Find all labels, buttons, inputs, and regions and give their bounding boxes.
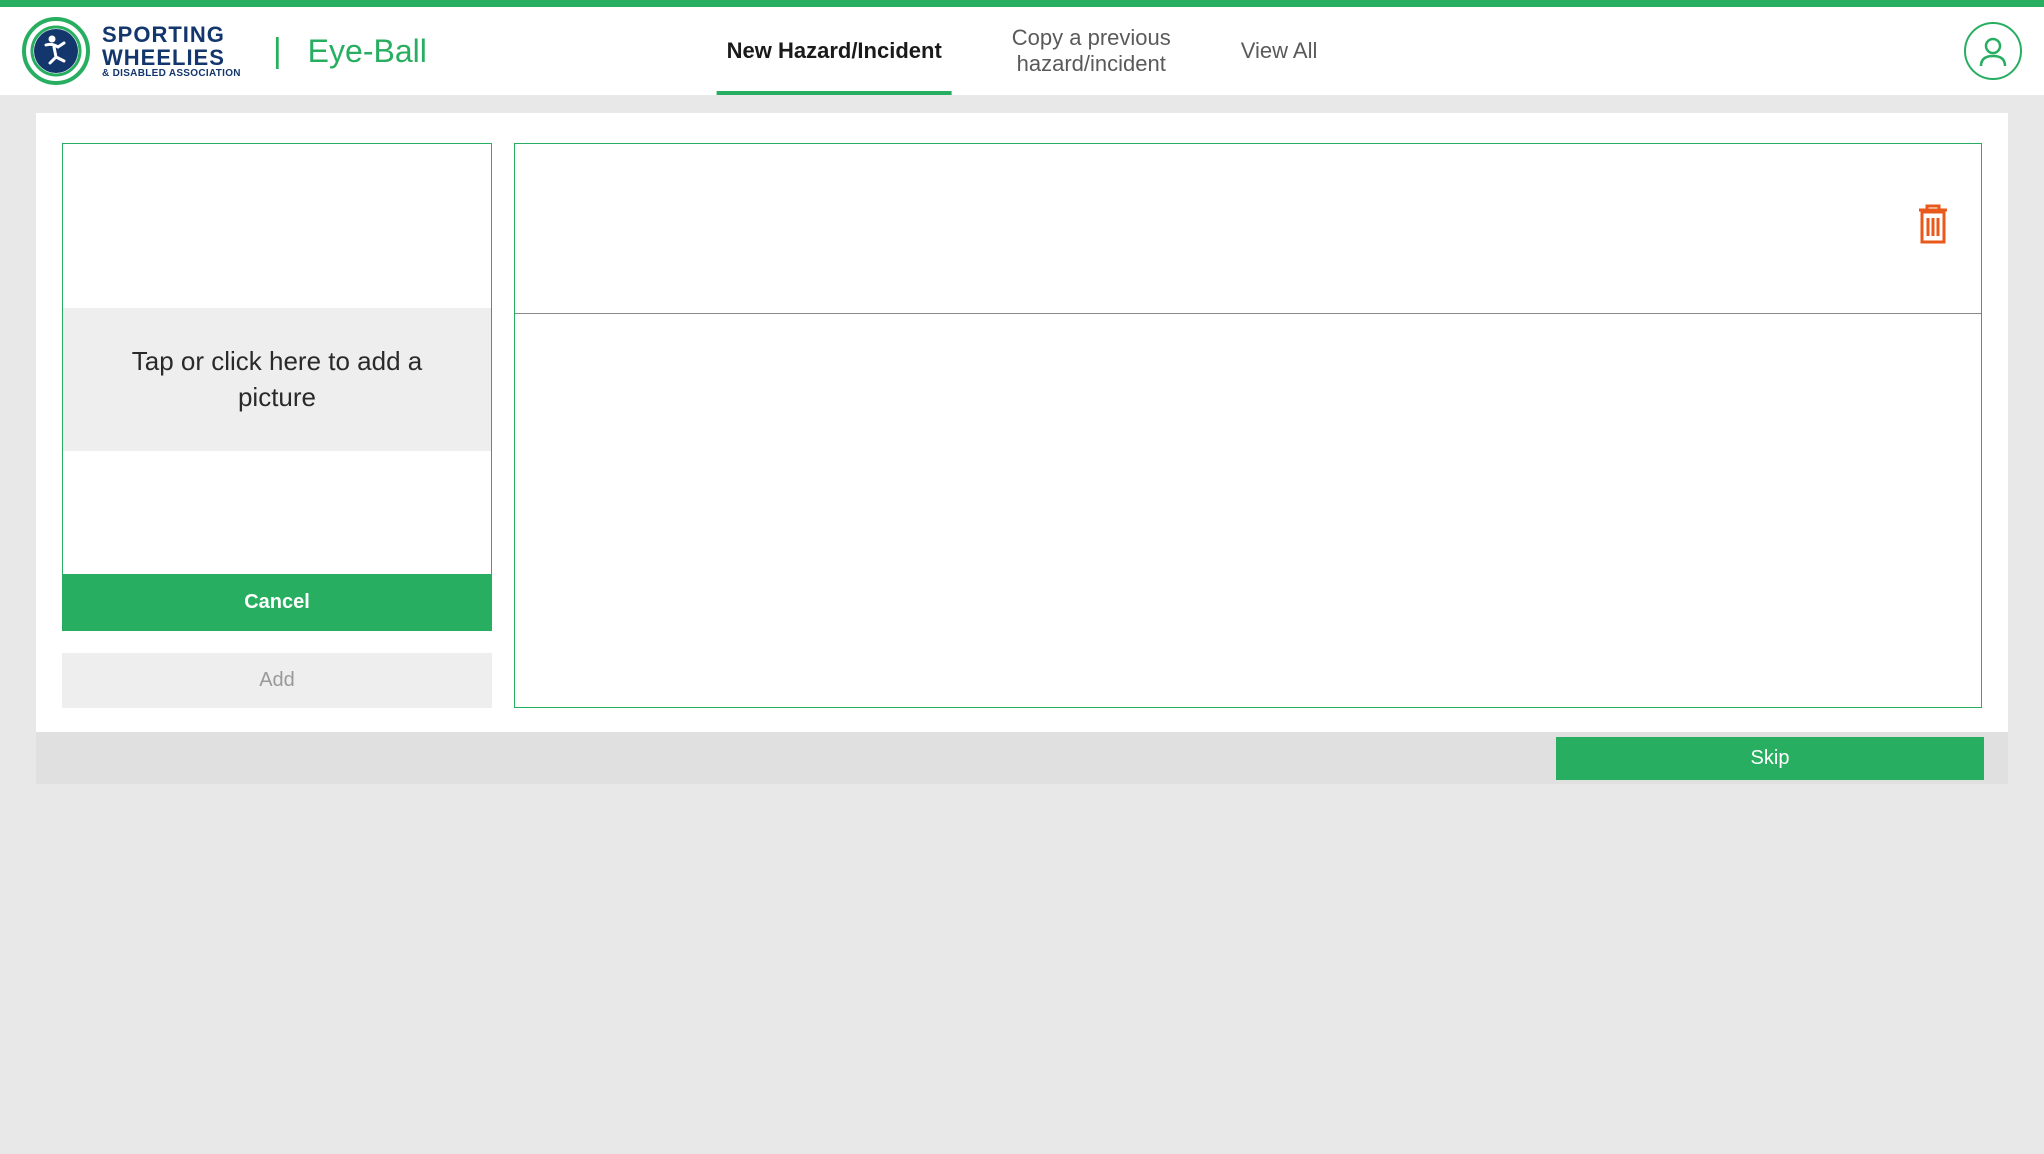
logo-line3: & DISABLED ASSOCIATION	[102, 69, 241, 80]
tab-label: View All	[1241, 38, 1318, 64]
logo-line1: SPORTING	[102, 23, 241, 46]
trash-icon	[1915, 202, 1951, 246]
picture-spacer-top	[63, 144, 491, 308]
preview-panel	[514, 143, 1982, 708]
tab-label: New Hazard/Incident	[727, 38, 942, 64]
user-profile-button[interactable]	[1964, 22, 2022, 80]
picture-spacer-bottom	[63, 451, 491, 574]
footer-bar: Skip	[36, 732, 2008, 784]
preview-header	[515, 144, 1981, 314]
sporting-wheelies-logo-icon	[22, 17, 90, 85]
app-name: Eye-Ball	[308, 33, 427, 70]
tab-label-line1: Copy a previous	[1012, 25, 1171, 51]
picture-upload-frame: Tap or click here to add a picture Cance…	[62, 143, 492, 631]
left-column: Tap or click here to add a picture Cance…	[62, 143, 492, 708]
tab-view-all[interactable]: View All	[1231, 7, 1328, 95]
logo-divider: |	[273, 32, 282, 71]
logo-text: SPORTING WHEELIES & DISABLED ASSOCIATION	[102, 23, 241, 80]
add-picture-area[interactable]: Tap or click here to add a picture	[63, 308, 491, 450]
content-row: Tap or click here to add a picture Cance…	[62, 143, 1982, 708]
logo-line2: WHEELIES	[102, 46, 241, 69]
header: SPORTING WHEELIES & DISABLED ASSOCIATION…	[0, 7, 2044, 95]
skip-button[interactable]: Skip	[1556, 737, 1984, 780]
main-panel: Tap or click here to add a picture Cance…	[36, 113, 2008, 732]
delete-button[interactable]	[1915, 202, 1951, 251]
tab-new-hazard-incident[interactable]: New Hazard/Incident	[717, 7, 952, 95]
add-button[interactable]: Add	[62, 653, 492, 708]
cancel-button[interactable]: Cancel	[63, 574, 491, 630]
nav-tabs: New Hazard/Incident Copy a previous haza…	[717, 7, 1328, 95]
tab-copy-previous[interactable]: Copy a previous hazard/incident	[1002, 7, 1181, 95]
tab-label-line2: hazard/incident	[1017, 51, 1166, 77]
preview-body	[515, 314, 1981, 707]
user-icon	[1976, 34, 2010, 68]
logo-section: SPORTING WHEELIES & DISABLED ASSOCIATION…	[22, 17, 427, 85]
top-accent-bar	[0, 0, 2044, 7]
